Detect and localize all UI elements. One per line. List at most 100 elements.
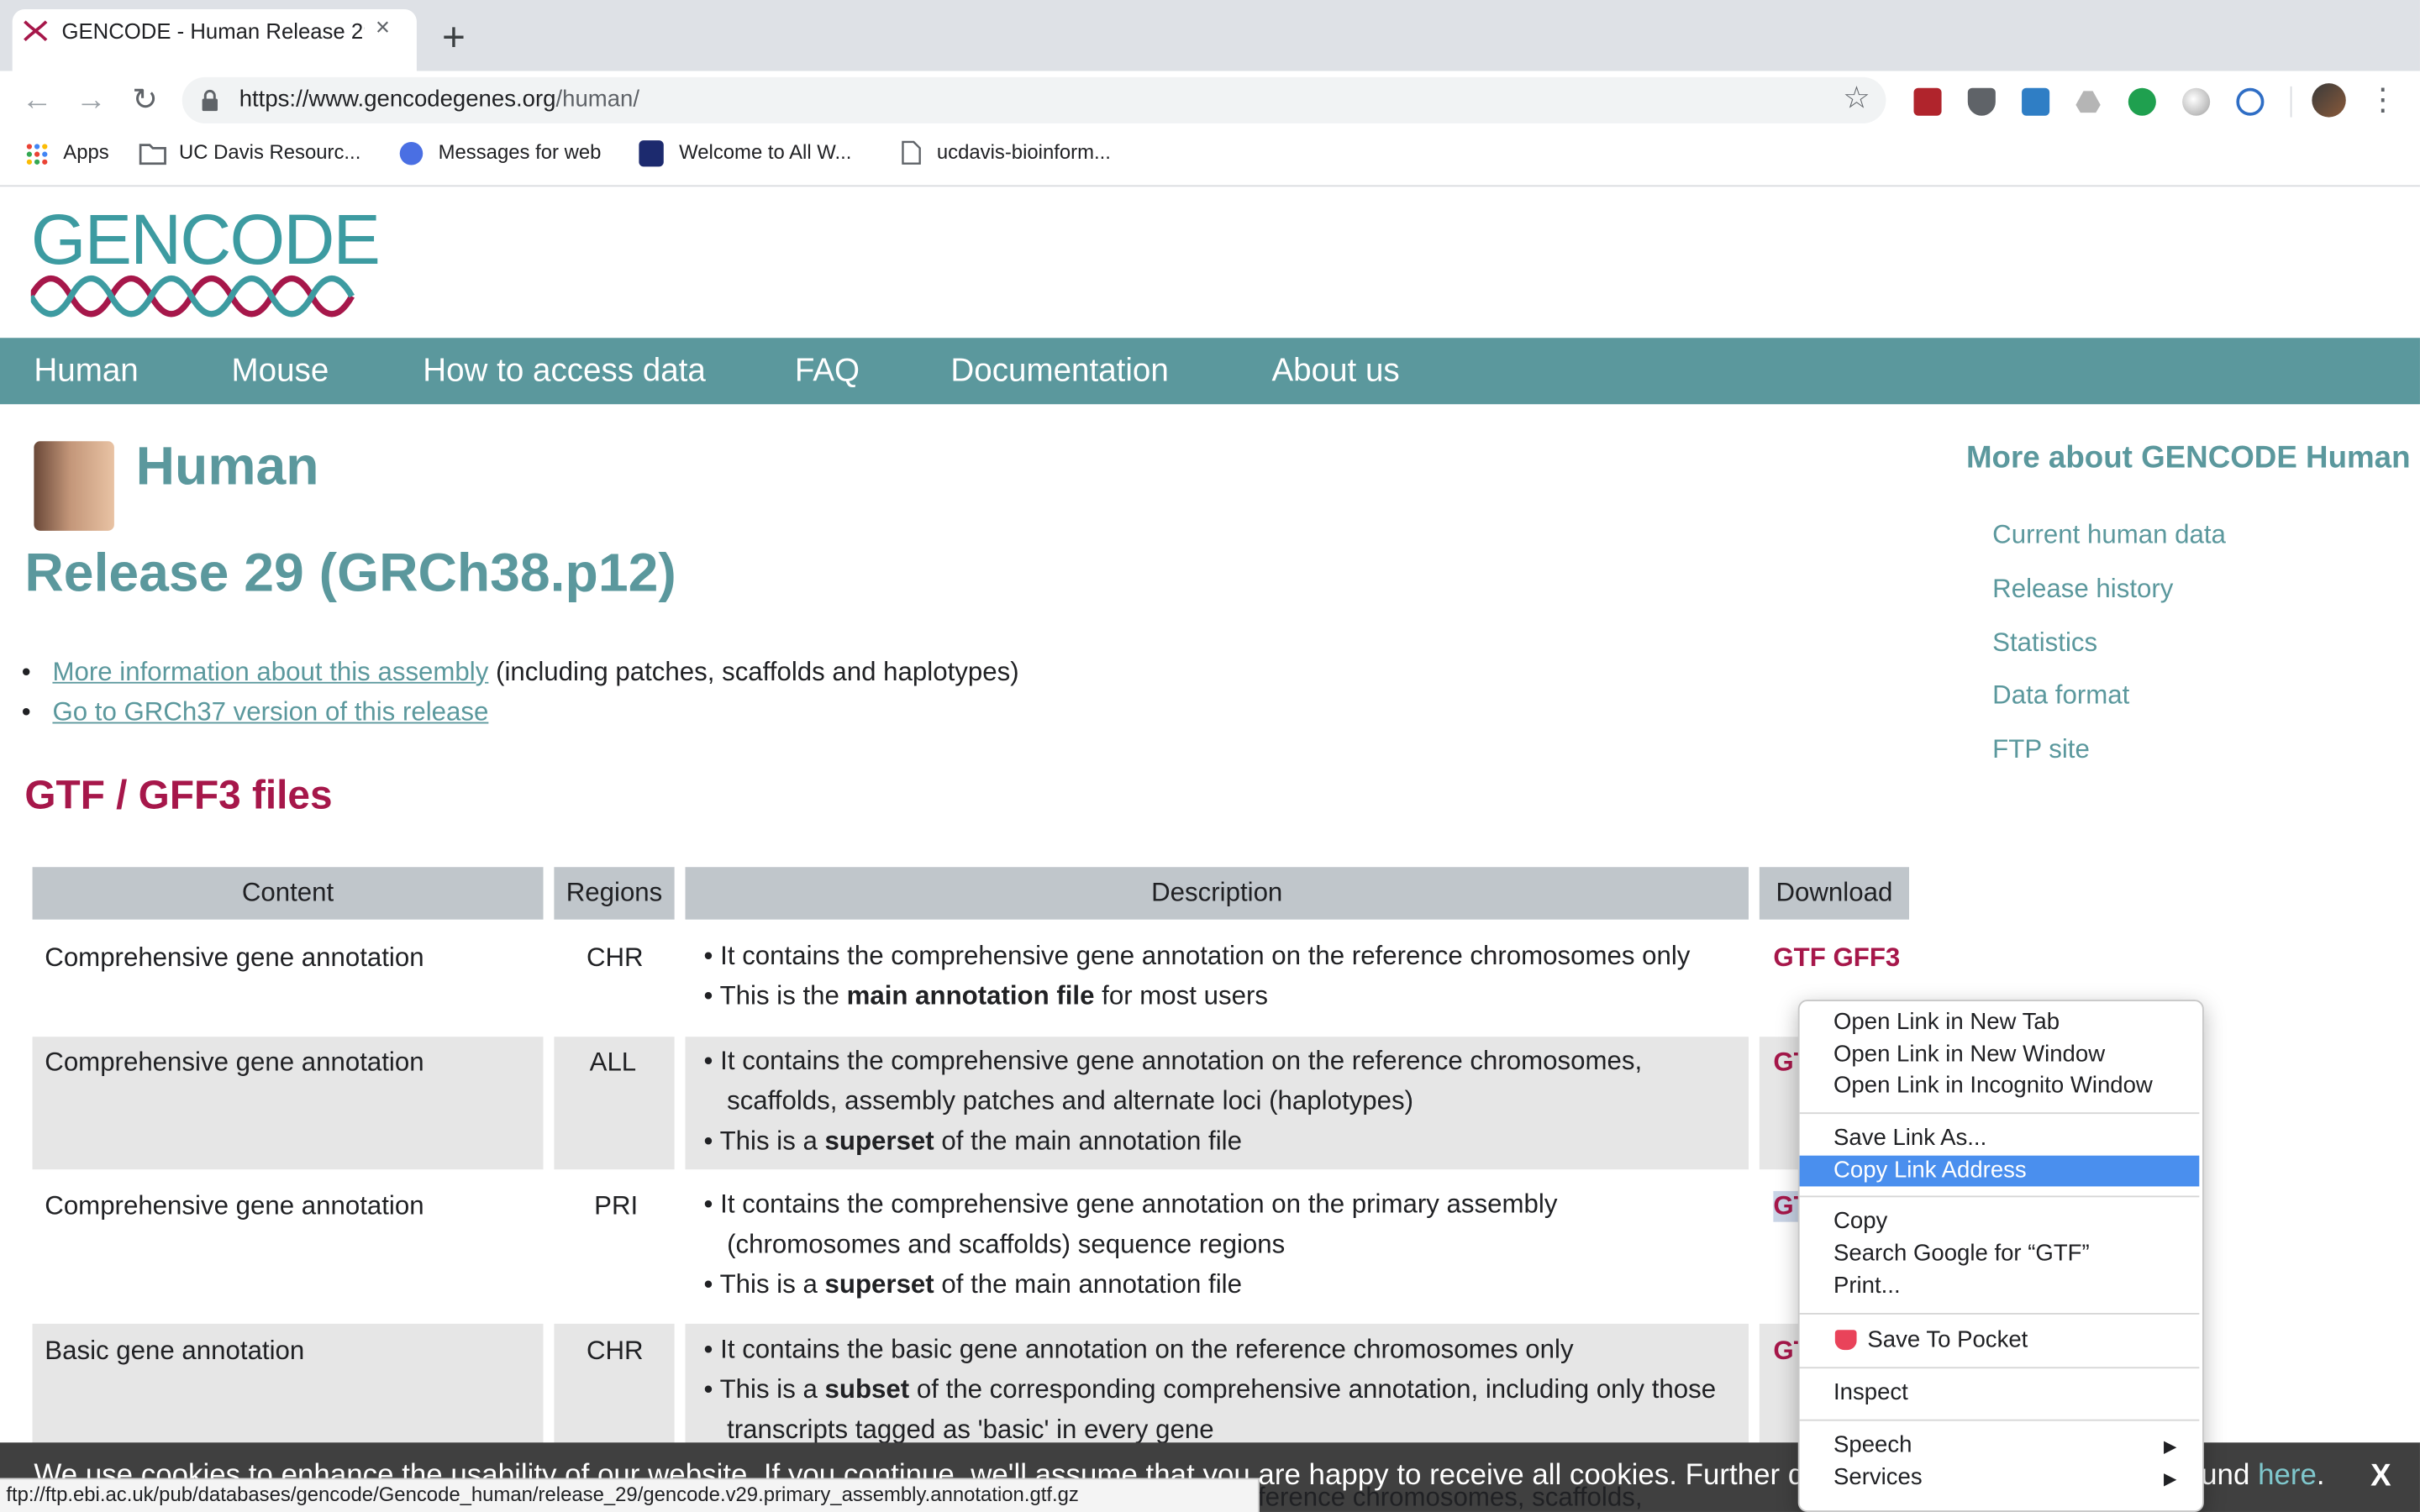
bookmark-ucdavis[interactable]: UC Davis Resourc... [179,140,360,164]
row1-region: CHR [586,942,644,973]
ctx-search-google[interactable]: Search Google for “GTF” [1833,1241,2090,1267]
ctx-copy[interactable]: Copy [1833,1208,1887,1234]
row1-desc-2: • This is the main annotation file for m… [703,981,1268,1011]
lock-icon [202,89,218,112]
bullet-assembly-info: More information about this assembly (in… [52,657,1018,688]
th-content: Content [32,867,544,920]
assembly-info-note: (including patches, scaffolds and haplot… [488,657,1019,687]
apps-grid-icon[interactable] [24,142,49,166]
sidebar-title: More about GENCODE Human [1965,441,2411,475]
row1-desc-2-post: for most users [1094,981,1268,1011]
profile-avatar[interactable] [2312,83,2346,118]
row2-desc-2-bold: superset [824,1126,934,1156]
tab-title: GENCODE - Human Release 29 [61,18,365,44]
row1-desc-1-text: It contains the comprehensive gene annot… [720,941,1691,971]
row2-content: Comprehensive gene annotation [45,1047,424,1078]
assembly-info-link[interactable]: More information about this assembly [52,657,488,686]
reload-icon[interactable]: ↻ [127,81,164,118]
nav-documentation[interactable]: Documentation [950,354,1168,391]
cookie-tail-pre: und [2201,1459,2259,1493]
ctx-inspect[interactable]: Inspect [1833,1379,1908,1405]
nav-how-to-access-data[interactable]: How to access data [423,354,706,391]
url-text[interactable]: https://www.gencodegenes.org/human/ [239,87,639,113]
trello-icon[interactable] [2022,87,2050,116]
row3-desc-2-pre: This is a [719,1269,825,1299]
chrome-separator [0,185,2420,187]
nav-mouse[interactable]: Mouse [232,354,329,391]
folder-icon [139,144,166,165]
ctx-open-new-window[interactable]: Open Link in New Window [1833,1042,2105,1068]
sidebar-current-human-data[interactable]: Current human data [1992,520,2226,551]
url-host: https://www.gencodegenes.org [239,86,556,113]
bookmark-welcome[interactable]: Welcome to All W... [679,140,851,164]
bullet-dot-2: • [21,697,31,727]
back-icon[interactable]: ← [18,81,55,118]
bookmark-messages[interactable]: Messages for web [439,140,602,164]
mendeley-icon[interactable] [1913,87,1942,116]
ctx-separator-2 [1799,1195,2200,1198]
row1-download-links[interactable]: GTF GFF3 [1773,942,1900,974]
sidebar-ftp-site[interactable]: FTP site [1992,734,2090,765]
row4-desc-1-text: It contains the basic gene annotation on… [720,1334,1574,1364]
sidebar-release-history[interactable]: Release history [1992,574,2173,605]
bookmark-ucdavis-bioinform[interactable]: ucdavis-bioinform... [937,140,1111,164]
page-icon [902,140,921,165]
cookie-close-button[interactable]: X [2370,1460,2391,1495]
nav-about-us[interactable]: About us [1271,354,1399,391]
bullet-dot-1: • [21,657,31,687]
dna-helix-logo [30,276,355,318]
ctx-separator-5 [1799,1419,2200,1421]
ctx-save-to-pocket[interactable]: Save To Pocket [1867,1327,2028,1353]
ctx-print[interactable]: Print... [1833,1273,1901,1299]
th-download: Download [1759,867,1909,920]
sidebar-statistics[interactable]: Statistics [1992,628,2097,659]
bookmark-apps[interactable]: Apps [63,140,108,164]
row4-region: CHR [586,1336,644,1366]
row4-desc-1: • It contains the basic gene annotation … [703,1334,1574,1364]
row5-desc-partial: ference chromosomes, scaffolds, [1257,1483,1643,1512]
bookmark-star-icon[interactable]: ☆ [1839,81,1873,115]
row2-desc-2-pre: This is a [719,1126,825,1156]
ctx-services[interactable]: Services [1833,1464,1923,1490]
pocket-icon[interactable] [1967,87,1996,116]
services-submenu-arrow-icon: ▶ [2164,1470,2177,1489]
url-path: /human/ [555,86,640,113]
row4-desc-2-pre: This is a [719,1374,825,1404]
forward-icon[interactable]: → [72,81,109,118]
row3-desc-2-bold: superset [824,1269,934,1299]
ctx-separator-3 [1799,1313,2200,1315]
1password-icon[interactable] [2236,87,2265,116]
ctx-open-incognito[interactable]: Open Link in Incognito Window [1833,1073,2153,1099]
new-tab-icon[interactable]: + [437,17,471,57]
row3-desc-1: • It contains the comprehensive gene ann… [703,1189,1558,1219]
ctx-save-link-as[interactable]: Save Link As... [1833,1125,1986,1151]
ctx-separator-4 [1799,1367,2200,1369]
bullet-grch37: Go to GRCh37 version of this release [52,697,488,728]
chrome-menu-icon[interactable]: ⋮ [2367,81,2398,118]
pocket-icon-menu [1834,1330,1857,1351]
release-heading: Release 29 (GRCh38.p12) [24,543,676,604]
species-heading: Human [135,436,319,497]
section-title: GTF / GFF3 files [24,771,333,818]
row3-region: PRI [594,1190,639,1221]
drive-icon[interactable] [2075,88,2102,116]
dna-favicon-icon [24,20,48,42]
row4-desc-2: • This is a subset of the corresponding … [703,1374,1717,1404]
row2-desc-1a: It contains the comprehensive gene annot… [720,1046,1643,1076]
row2-desc-1: • It contains the comprehensive gene ann… [703,1046,1643,1076]
circle-icon[interactable] [2182,87,2211,116]
ctx-speech[interactable]: Speech [1833,1431,1912,1457]
tab-close-icon[interactable]: × [367,14,398,45]
sidebar-data-format[interactable]: Data format [1992,680,2129,711]
cookie-here-link[interactable]: here [2258,1460,2317,1493]
nav-human[interactable]: Human [34,354,138,391]
ctx-open-new-tab[interactable]: Open Link in New Tab [1833,1009,2060,1035]
row1-content: Comprehensive gene annotation [45,942,424,973]
th-description: Description [685,867,1749,920]
grch37-link[interactable]: Go to GRCh37 version of this release [52,697,488,727]
hangouts-icon[interactable] [2128,87,2156,116]
th-regions: Regions [554,867,675,920]
nav-faq[interactable]: FAQ [795,354,860,391]
toolbar-divider [2290,86,2292,118]
ctx-copy-link-address[interactable]: Copy Link Address [1833,1158,2027,1184]
